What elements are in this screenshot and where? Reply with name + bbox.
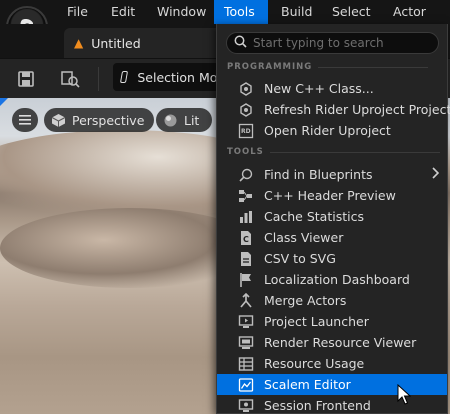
menu-file[interactable]: File (57, 0, 98, 24)
render-resource-icon (237, 334, 254, 351)
csv-icon (237, 250, 254, 267)
hamburger-icon (19, 113, 31, 128)
perspective-cube-icon (50, 112, 66, 128)
menu-item-label: Resource Usage (264, 356, 365, 371)
flag-icon (237, 271, 254, 288)
menu-item-open-rider-uproject[interactable]: RD Open Rider Uproject (217, 120, 447, 141)
perspective-button[interactable]: Perspective (44, 108, 155, 132)
selection-mode-button[interactable]: Selection Mode (113, 63, 233, 91)
menu-item-find-in-blueprints[interactable]: Find in Blueprints (217, 164, 447, 185)
toolbar-divider (98, 67, 99, 91)
menu-actor[interactable]: Actor (383, 0, 436, 24)
menu-item-label: Class Viewer (264, 230, 344, 245)
rider-icon: RD (237, 122, 254, 139)
mouse-cursor-icon (397, 383, 412, 409)
menu-item-label: Open Rider Uproject (264, 123, 391, 138)
menu-item-merge-actors[interactable]: Merge Actors (217, 290, 447, 311)
menu-item-session-frontend[interactable]: Session Frontend (217, 395, 447, 414)
menu-item-csv-to-svg[interactable]: CSV to SVG (217, 248, 447, 269)
header-preview-icon (237, 187, 254, 204)
search-icon (234, 35, 247, 51)
menu-item-label: CSV to SVG (264, 251, 336, 266)
viewport-focus-marker (0, 98, 8, 106)
merge-icon (237, 292, 254, 309)
menu-item-cpp-header-preview[interactable]: C++ Header Preview (217, 185, 447, 206)
lit-sphere-icon (162, 112, 178, 128)
menu-item-refresh-rider-project[interactable]: Refresh Rider Uproject Project (217, 99, 450, 120)
document-tab-label: Untitled (91, 35, 141, 51)
chevron-right-icon (431, 167, 440, 182)
menu-item-new-cpp-class[interactable]: New C++ Class... (217, 78, 447, 99)
menu-item-cache-statistics[interactable]: Cache Statistics (217, 206, 447, 227)
menu-build[interactable]: Build (271, 0, 322, 24)
select-mode-icon (119, 71, 129, 83)
menu-search-box[interactable] (226, 32, 439, 54)
svg-text:RD: RD (241, 128, 251, 135)
menu-tools[interactable]: Tools (214, 0, 268, 24)
menu-item-resource-usage[interactable]: Resource Usage (217, 353, 447, 374)
document-tab[interactable]: ▲ Untitled (64, 28, 224, 58)
tools-menu: PROGRAMMING New C++ Class... Refresh Rid… (216, 24, 450, 414)
viewport-options-button[interactable] (12, 108, 38, 132)
section-title: TOOLS (227, 147, 264, 157)
lit-button[interactable]: Lit (156, 108, 212, 132)
menu-item-class-viewer[interactable]: C Class Viewer (217, 227, 447, 248)
table-icon (237, 355, 254, 372)
menu-item-label: Session Frontend (264, 398, 371, 413)
menu-bar: File Edit Window Tools Build Select Acto… (0, 0, 450, 48)
lit-label: Lit (184, 112, 200, 128)
menu-edit[interactable]: Edit (101, 0, 145, 24)
divider (269, 151, 440, 153)
launcher-icon (237, 313, 254, 330)
svg-text:C: C (243, 235, 249, 244)
section-header-programming: PROGRAMMING (227, 62, 429, 72)
search-blueprints-icon (237, 166, 254, 183)
menu-item-localization-dashboard[interactable]: Localization Dashboard (217, 269, 447, 290)
menu-item-label: Cache Statistics (264, 209, 364, 224)
menu-item-label: Merge Actors (264, 293, 347, 308)
menu-item-label: Render Resource Viewer (264, 335, 417, 350)
cpp-class-icon (237, 80, 254, 97)
menu-item-label: Scalem Editor (264, 377, 351, 392)
level-icon: ▲ (74, 36, 84, 50)
perspective-label: Perspective (72, 112, 145, 128)
menu-item-label: C++ Header Preview (264, 188, 396, 203)
divider (318, 66, 429, 68)
content-browser-icon[interactable] (56, 65, 84, 93)
session-icon (237, 397, 254, 414)
menu-item-render-resource-viewer[interactable]: Render Resource Viewer (217, 332, 447, 353)
menu-item-project-launcher[interactable]: Project Launcher (217, 311, 447, 332)
scalem-icon (237, 376, 254, 393)
save-icon[interactable] (12, 65, 40, 93)
search-input[interactable] (253, 36, 433, 50)
menu-item-label: New C++ Class... (264, 81, 374, 96)
menu-item-label: Localization Dashboard (264, 272, 410, 287)
menu-item-scalem-editor[interactable]: Scalem Editor (217, 374, 447, 395)
menu-select[interactable]: Select (322, 0, 381, 24)
menu-item-label: Find in Blueprints (264, 167, 373, 182)
section-header-tools: TOOLS (227, 147, 440, 157)
menu-item-label: Project Launcher (264, 314, 369, 329)
menu-item-label: Refresh Rider Uproject Project (264, 102, 450, 117)
menu-window[interactable]: Window (147, 0, 216, 24)
statistics-icon (237, 208, 254, 225)
section-title: PROGRAMMING (227, 62, 313, 72)
refresh-icon (237, 101, 254, 118)
class-viewer-icon: C (237, 229, 254, 246)
